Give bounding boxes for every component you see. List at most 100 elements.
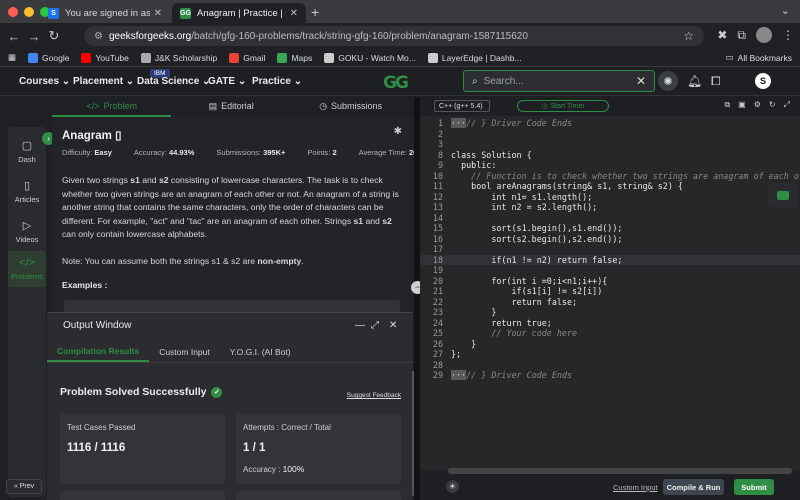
code-editor[interactable]: 1 ···// } Driver Code Ends 2 3 8 class Soluti… [420,116,800,470]
code-line[interactable]: 23 } [420,307,800,318]
bookmark-goku[interactable]: GOKU - Watch Mo... [324,52,416,63]
settings-icon[interactable]: ⚙ [754,100,761,110]
bookmark-youtube[interactable]: YouTube [81,52,129,63]
code-line[interactable]: 15 sort(s1.begin(),s1.end()); [420,223,800,234]
new-tab-button[interactable]: + [311,4,319,20]
gfg-logo[interactable]: GG [383,73,409,93]
code-line[interactable]: 27}; [420,349,800,360]
code-line[interactable]: 25 // Your code here [420,328,800,339]
tab-favicon-icon: S [48,7,59,19]
suggest-feedback-link[interactable]: Suggest Feedback [347,392,401,399]
code-line[interactable]: 17 [420,244,800,255]
code-line[interactable]: 29 ···// } Driver Code Ends [420,370,800,381]
site-info-icon[interactable]: ⚙ [94,31,103,42]
bookmark-maps[interactable]: Maps [277,52,312,63]
code-line[interactable]: 16 sort(s2.begin(),s2.end()); [420,234,800,245]
language-select[interactable]: C++ (g++ 5.4) [434,100,490,112]
report-bug-icon[interactable]: ✱ [394,126,402,137]
apps-grid-icon[interactable]: ▦ [8,52,16,63]
bookmark-layeredge[interactable]: LayerEdge | Dashb... [427,52,522,63]
chat-bubble-icon[interactable] [768,183,798,207]
lightbulb-icon[interactable]: ☀ [446,480,459,493]
clear-search-icon[interactable]: ✕ [636,74,646,88]
nav-data-science[interactable]: Data Science ⌄ [137,76,210,87]
reset-icon[interactable]: ↻ [769,100,776,110]
submit-button[interactable]: Submit [734,479,774,495]
code-line[interactable]: 19 [420,265,800,276]
browser-menu-icon[interactable]: ⋮ [782,28,794,42]
prev-button[interactable]: « Prev [6,479,42,494]
code-line[interactable]: 18 if(n1 != n2) return false; [420,254,800,265]
editor-horizontal-scrollbar[interactable] [448,468,792,474]
code-line[interactable]: 10 // Function is to check whether two s… [420,171,800,182]
forward-icon[interactable]: → [24,29,44,44]
bookmark-jk-scholarship[interactable]: J&K Scholarship [140,52,217,63]
custom-input-link[interactable]: Custom Input [613,483,658,492]
bookmark-gmail[interactable]: Gmail [229,52,265,63]
translate-icon[interactable]: ⧠ [711,74,721,89]
bookmark-google[interactable]: Google [28,52,69,63]
minimize-window-button[interactable] [24,7,34,17]
code-line[interactable]: 21 if(s1[i] != s2[i]) [420,286,800,297]
tab-editorial[interactable]: ▤ Editorial [171,97,290,117]
browser-tab-anagram[interactable]: GG Anagram | Practice | Geeksfo ✕ [172,3,306,23]
start-timer-button[interactable]: ◷ Start Timer [517,100,609,112]
sidebar-item-videos[interactable]: ▷ Videos [8,219,46,244]
code-line[interactable]: 11 bool areAnagrams(string& s1, string& … [420,181,800,192]
close-window-button[interactable] [8,7,18,17]
extension-x-icon[interactable]: ✖ [717,28,727,42]
all-bookmarks[interactable]: ▭ All Bookmarks [726,52,792,63]
extensions-puzzle-icon[interactable]: ⧉ [737,28,746,43]
nav-courses[interactable]: Courses ⌄ [19,76,70,87]
code-line[interactable]: 13 int n2 = s2.length(); [420,202,800,213]
copy-icon[interactable]: ⧉ [724,100,730,110]
close-tab-icon[interactable]: ✕ [290,8,298,19]
fullscreen-icon[interactable]: ⤢ [371,320,379,331]
sidebar-item-problems[interactable]: </> Problems [8,251,46,287]
fold-marker-icon[interactable]: ··· [451,118,467,128]
sidebar-label: Dash [18,155,36,164]
nav-placement[interactable]: Placement ⌄ [73,76,134,87]
bookmark-icon[interactable]: ▯ [115,130,121,142]
nav-gate[interactable]: GATE ⌄ [208,76,246,87]
save-icon[interactable]: ▣ [738,100,746,110]
tab-problem[interactable]: </> Problem [52,97,172,117]
close-tab-icon[interactable]: ✕ [154,8,162,19]
code-line[interactable]: 28 [420,360,800,371]
profile-avatar[interactable] [756,27,772,43]
url-input[interactable]: ⚙ geeksforgeeks.org/batch/gfg-160-proble… [84,26,704,46]
code-line[interactable]: 3 [420,139,800,150]
fold-marker-icon[interactable]: ··· [451,370,467,380]
theme-toggle-icon[interactable]: ✺ [658,71,678,91]
minimize-icon[interactable]: — [355,320,365,331]
nav-practice[interactable]: Practice ⌄ [252,76,302,87]
code-line[interactable]: 1 ···// } Driver Code Ends [420,118,800,129]
code-line[interactable]: 14 [420,213,800,224]
sidebar-item-dash[interactable]: ▢ Dash [8,139,46,164]
browser-tab-signed-in[interactable]: S You are signed in as Devang ✕ [40,3,170,23]
code-line[interactable]: 20 for(int i =0;i<n1;i++){ [420,276,800,287]
problem-statement: Anagram ▯ ✱ Difficulty: Easy Accuracy: 4… [52,118,414,313]
user-avatar[interactable]: S [755,73,771,89]
code-line[interactable]: 9 public: [420,160,800,171]
tab-search-chevron-icon[interactable]: ⌄ [781,4,790,17]
reload-icon[interactable]: ↻ [44,28,64,44]
tab-custom-input[interactable]: Custom Input [149,341,220,362]
tab-compilation-results[interactable]: Compilation Results [47,341,150,362]
site-search-input[interactable]: ⌕ Search... ✕ [463,70,655,92]
expand-icon[interactable]: ⤢ [784,100,790,110]
code-line[interactable]: 8 class Solution { [420,150,800,161]
close-icon[interactable]: ✕ [389,320,397,331]
notification-bell-icon[interactable]: 🔔︎ [687,74,702,88]
code-line[interactable]: 12 int n1= s1.length(); [420,192,800,203]
tab-submissions[interactable]: ◷ Submissions [291,97,410,117]
code-line[interactable]: 26 } [420,339,800,350]
compile-run-button[interactable]: Compile & Run [663,479,724,495]
code-line[interactable]: 2 [420,129,800,140]
tab-yogi-ai-bot[interactable]: Y.O.G.I. (AI Bot) [220,341,301,362]
sidebar-item-articles[interactable]: ▯ Articles [8,179,46,204]
bookmark-star-icon[interactable]: ☆ [683,29,694,43]
back-icon[interactable]: ← [4,29,24,44]
code-line[interactable]: 24 return true; [420,318,800,329]
code-line[interactable]: 22 return false; [420,297,800,308]
